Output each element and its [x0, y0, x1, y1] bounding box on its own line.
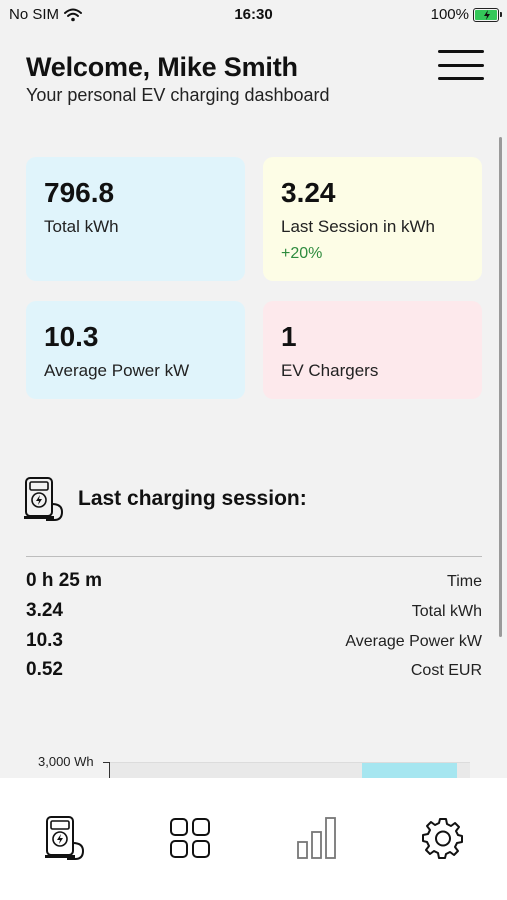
menu-line — [438, 50, 484, 53]
battery-percent: 100% — [430, 6, 469, 23]
stat-label: EV Chargers — [281, 361, 379, 380]
stat-card-ev-chargers: 1 EV Chargers — [263, 301, 482, 399]
bottom-tab-bar — [0, 778, 507, 900]
stat-delta: +20% — [281, 245, 323, 262]
tab-settings[interactable] — [415, 810, 471, 866]
session-row-average-power: 10.3 Average Power kW — [26, 630, 482, 652]
battery-icon — [473, 7, 502, 22]
tab-dashboard[interactable] — [162, 810, 218, 866]
menu-line — [438, 63, 484, 67]
page-subtitle: Your personal EV charging dashboard — [26, 85, 330, 105]
stat-card-average-power: 10.3 Average Power kW — [26, 301, 245, 399]
hamburger-menu-button[interactable] — [438, 50, 484, 80]
energy-chart: 3,000 Wh — [0, 750, 507, 780]
session-label: Time — [447, 573, 482, 590]
stat-label: Last Session in kWh — [281, 217, 436, 236]
tab-chargers[interactable] — [36, 810, 92, 866]
session-value: 0 h 25 m — [26, 570, 103, 591]
session-value: 0.52 — [26, 659, 63, 680]
status-bar: No SIM 16:30 100% — [0, 0, 507, 30]
stat-value: 796.8 — [44, 177, 115, 208]
last-session-header: Last charging session: — [24, 476, 307, 522]
page-title: Welcome, Mike Smith — [26, 52, 298, 82]
dashboard-header: Welcome, Mike Smith Your personal EV cha… — [26, 52, 330, 106]
stat-value: 10.3 — [44, 321, 99, 352]
stat-value: 1 — [281, 321, 297, 352]
ev-charger-icon — [24, 477, 64, 521]
tab-statistics[interactable] — [289, 810, 345, 866]
session-row-time: 0 h 25 m Time — [26, 570, 482, 592]
session-value: 10.3 — [26, 630, 63, 651]
gear-icon — [422, 818, 463, 859]
session-value: 3.24 — [26, 600, 63, 621]
bar-chart-icon — [297, 817, 336, 859]
session-label: Average Power kW — [345, 633, 482, 650]
session-label: Cost EUR — [410, 662, 482, 679]
stat-label: Total kWh — [44, 217, 119, 236]
session-row-cost: 0.52 Cost EUR — [26, 659, 482, 681]
last-session-title: Last charging session: — [78, 487, 307, 510]
session-label: Total kWh — [411, 603, 482, 620]
session-row-total-kwh: 3.24 Total kWh — [26, 600, 482, 622]
stat-value: 3.24 — [281, 177, 336, 208]
stat-label: Average Power kW — [44, 361, 190, 380]
chart-axis-label: 3,000 Wh — [38, 754, 94, 769]
scrollbar[interactable] — [499, 137, 502, 637]
ev-charger-icon — [45, 816, 85, 860]
battery-group: 100% — [430, 6, 502, 23]
grid-icon — [170, 818, 210, 858]
menu-line — [438, 77, 484, 80]
stat-card-total-kwh: 796.8 Total kWh — [26, 157, 245, 281]
divider — [26, 556, 482, 557]
stat-card-last-session: 3.24 Last Session in kWh +20% — [263, 157, 482, 281]
